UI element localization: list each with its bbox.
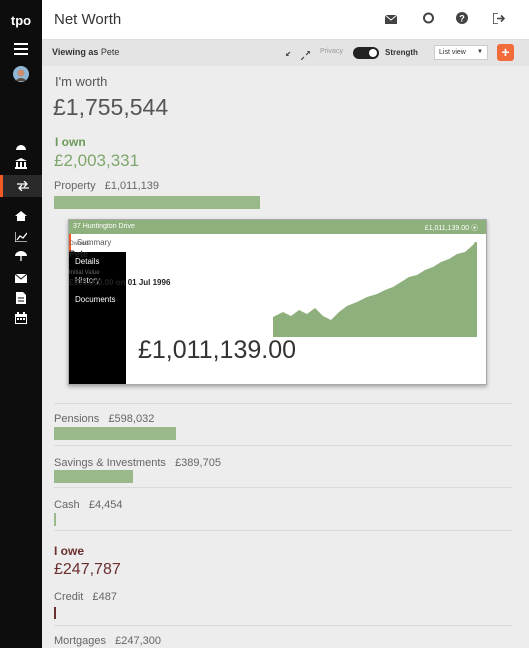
property-value-chart	[273, 242, 477, 337]
category-name: Mortgages	[54, 635, 106, 647]
privacy-toggle[interactable]	[353, 47, 379, 59]
viewing-as-label: Viewing as	[52, 47, 99, 57]
owners-value: Pete	[69, 249, 89, 259]
credit-bar[interactable]	[54, 607, 56, 619]
viewing-bar: Viewing as Pete Privacy Strength List vi…	[42, 40, 529, 66]
avatar[interactable]	[0, 66, 42, 85]
property-name: 37 Huntington Drive	[73, 223, 135, 230]
category-name: Cash	[54, 499, 80, 511]
property-header-value: £1,011,139.00 ⦿	[424, 225, 478, 232]
divider	[54, 403, 512, 404]
expand-icon[interactable]	[285, 47, 295, 58]
view-select-value: List view	[439, 49, 466, 56]
divider	[54, 445, 512, 446]
category-pensions[interactable]: Pensions £598,032	[54, 413, 154, 425]
chart-icon[interactable]	[0, 231, 42, 245]
owners-label: Owners	[69, 241, 90, 247]
view-select[interactable]: List view ▼	[434, 45, 488, 60]
category-value: £598,032	[108, 413, 155, 425]
category-property[interactable]: Property £1,011,139	[54, 180, 159, 192]
divider	[54, 487, 512, 488]
property-bar[interactable]	[54, 196, 260, 209]
menu-icon[interactable]	[0, 43, 42, 58]
strength-label: Strength	[385, 48, 418, 57]
category-value: £1,011,139	[104, 180, 159, 192]
category-name: Savings & Investments	[54, 457, 166, 469]
logout-icon[interactable]	[492, 12, 506, 27]
property-card-header[interactable]: 37 Huntington Drive £1,011,139.00 ⦿	[69, 220, 486, 234]
savings-bar[interactable]	[54, 470, 133, 483]
collapse-icon[interactable]	[300, 47, 311, 65]
category-name: Pensions	[54, 413, 100, 425]
dashboard-icon[interactable]	[0, 140, 42, 154]
owe-label: I owe	[54, 544, 85, 558]
bank-icon[interactable]	[0, 158, 42, 172]
top-bar: Net Worth ?	[42, 0, 529, 40]
divider	[54, 530, 512, 531]
page-title: Net Worth	[54, 11, 122, 28]
category-cash[interactable]: Cash £4,454	[54, 499, 123, 511]
category-value: £4,454	[88, 499, 123, 511]
own-label: I own	[55, 135, 86, 149]
owe-value: £247,787	[54, 561, 121, 578]
property-current-value: £1,011,139.00	[138, 336, 297, 364]
tab-documents[interactable]: Documents	[69, 291, 126, 309]
category-savings-investments[interactable]: Savings & Investments £389,705	[54, 457, 221, 469]
privacy-label: Privacy	[320, 48, 343, 55]
envelope-icon[interactable]	[0, 272, 42, 286]
sidebar: tpo	[0, 0, 42, 648]
worth-label: I'm worth	[55, 74, 108, 89]
initial-value-label: Initial Value	[69, 270, 100, 276]
add-button[interactable]: +	[497, 44, 514, 61]
initial-value: £300,000.00 on 01 Jul 1996	[69, 278, 171, 287]
category-mortgages[interactable]: Mortgages £247,300	[54, 635, 161, 647]
worth-value: £1,755,544	[53, 94, 169, 120]
own-value: £2,003,331	[54, 151, 140, 170]
caret-down-icon: ▼	[477, 49, 483, 55]
category-value: £247,300	[115, 635, 162, 647]
user-icon[interactable]	[423, 12, 434, 27]
viewing-as: Viewing as Pete	[52, 47, 119, 57]
home-icon[interactable]	[0, 210, 42, 224]
cash-bar[interactable]	[54, 513, 56, 526]
envelope-icon[interactable]	[384, 12, 398, 27]
help-icon[interactable]: ?	[456, 12, 468, 27]
umbrella-icon[interactable]	[0, 251, 42, 265]
pensions-bar[interactable]	[54, 427, 176, 440]
document-icon[interactable]	[0, 292, 42, 307]
category-value: £487	[92, 591, 117, 603]
transfer-icon[interactable]	[0, 175, 42, 197]
category-value: £389,705	[175, 457, 221, 469]
category-name: Property	[54, 180, 96, 192]
calendar-icon[interactable]	[0, 312, 42, 327]
viewing-as-user[interactable]: Pete	[101, 47, 120, 57]
divider	[54, 625, 512, 626]
svg-text:?: ?	[459, 14, 465, 24]
category-credit[interactable]: Credit £487	[54, 591, 117, 603]
category-name: Credit	[54, 591, 84, 603]
app-logo[interactable]: tpo	[0, 0, 42, 42]
